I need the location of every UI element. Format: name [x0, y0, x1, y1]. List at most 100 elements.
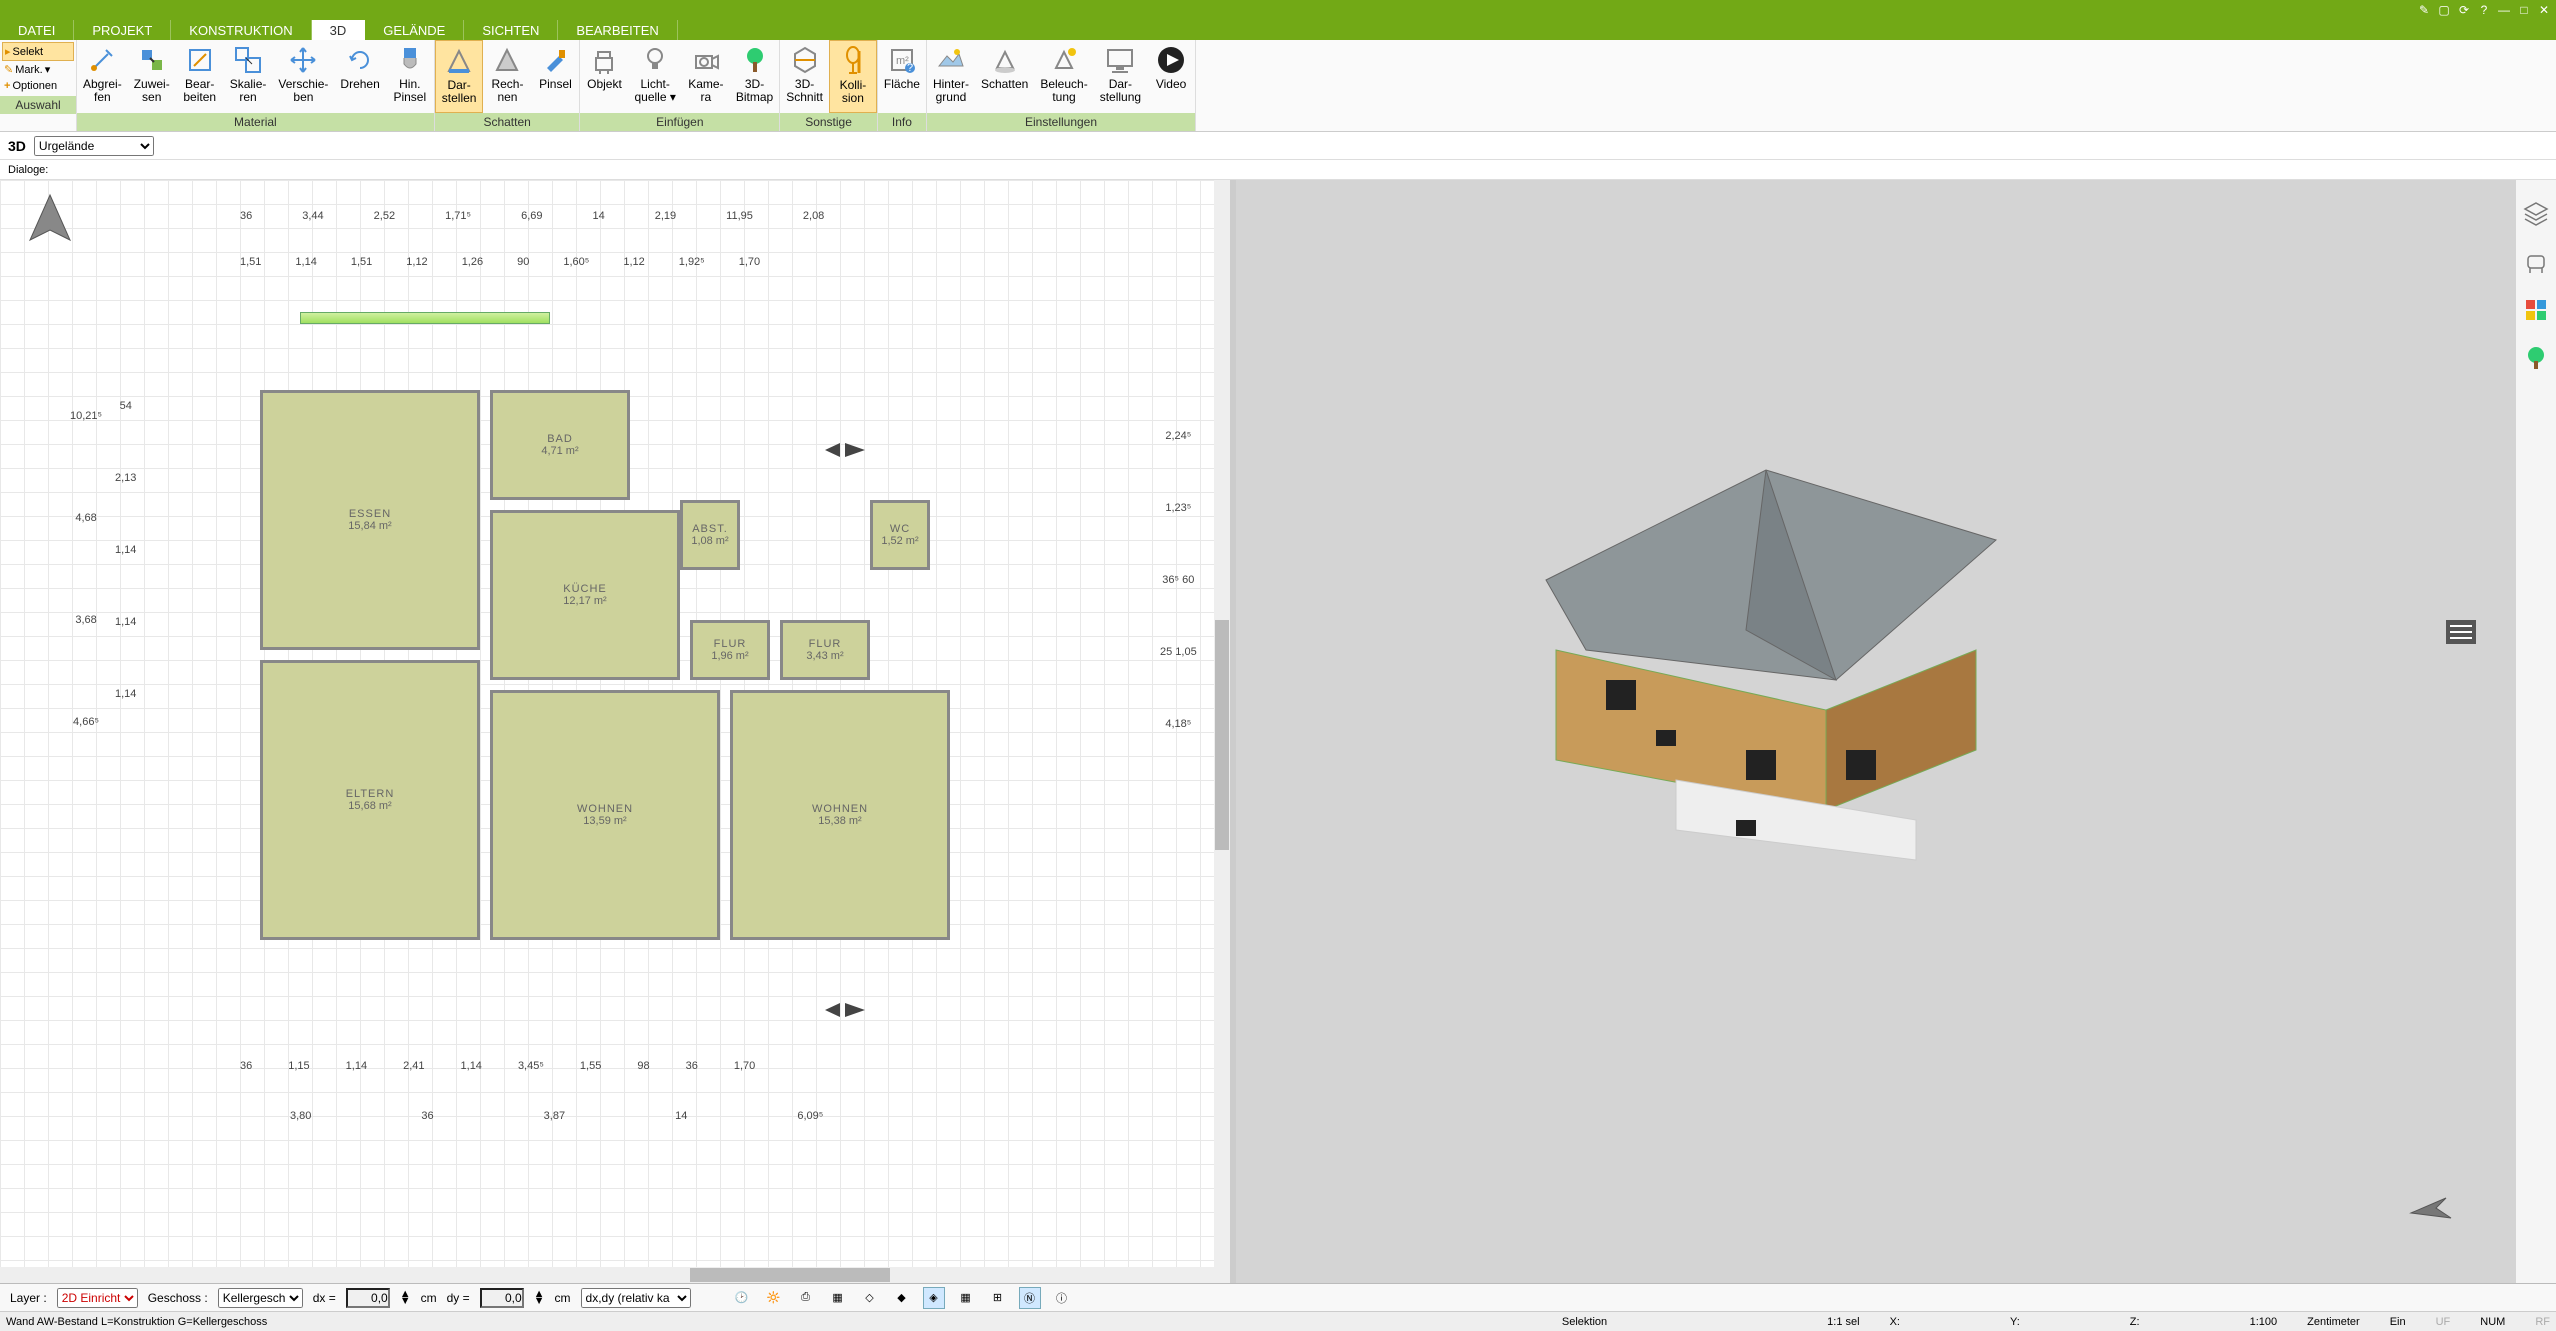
tab-datei[interactable]: DATEI — [0, 20, 74, 40]
dx-label: dx = — [313, 1291, 336, 1305]
pinsel-icon — [539, 44, 571, 76]
maximize-icon[interactable]: □ — [2516, 2, 2532, 18]
layers-icon[interactable] — [2522, 200, 2550, 228]
north-icon[interactable]: Ⓝ — [1019, 1287, 1041, 1309]
tab-konstruktion[interactable]: KONSTRUKTION — [171, 20, 311, 40]
status-bar: Wand AW-Bestand L=Konstruktion G=Kellerg… — [0, 1311, 2556, 1331]
3dschnitt-button[interactable]: 3D- Schnitt — [780, 40, 829, 113]
kamera-icon — [690, 44, 722, 76]
side-tab-handle[interactable] — [2446, 620, 2476, 644]
kamera-button[interactable]: Kame- ra — [682, 40, 730, 113]
dimension: 2,24⁵ — [1165, 430, 1191, 442]
dimension: 36 — [421, 1110, 433, 1122]
grid-icon[interactable]: ▦ — [955, 1287, 977, 1309]
objekt-button[interactable]: Objekt — [580, 40, 628, 113]
dimension: 2,41 — [403, 1060, 424, 1072]
section-marker-icon — [820, 1000, 870, 1020]
zuweisen-icon — [136, 44, 168, 76]
tab-3d[interactable]: 3D — [312, 20, 366, 40]
verschieben-button[interactable]: Verschie- ben — [272, 40, 334, 113]
video-icon — [1155, 44, 1187, 76]
dy-input[interactable] — [480, 1288, 524, 1308]
scrollbar-horizontal[interactable] — [0, 1267, 1230, 1283]
hinpinsel-icon — [394, 44, 426, 76]
dimension: 3,80 — [290, 1110, 311, 1122]
drehen-button[interactable]: Drehen — [334, 40, 385, 113]
room-küche: KÜCHE12,17 m² — [490, 510, 680, 680]
dx-stepper[interactable]: ▲▼ — [400, 1291, 411, 1305]
3dbitmap-button[interactable]: 3D- Bitmap — [730, 40, 779, 113]
beleuchtung-button[interactable]: Beleuch- tung — [1034, 40, 1093, 113]
furniture-icon[interactable] — [2522, 248, 2550, 276]
layer-dropdown[interactable]: 2D Einricht — [57, 1288, 138, 1308]
darstellung-button[interactable]: Dar- stellung — [1094, 40, 1147, 113]
mode-label: 3D — [8, 138, 26, 154]
dimension: 1,92⁵ — [679, 256, 705, 268]
dimension: 98 — [637, 1060, 649, 1072]
view-2d[interactable]: 363,442,521,71⁵6,69142,1911,952,08 1,511… — [0, 180, 1230, 1283]
optionen-button[interactable]: +Optionen — [2, 78, 74, 94]
group-auswahl: ▸Selekt ✎Mark.▾ +Optionen Auswahl — [0, 40, 77, 131]
print-icon[interactable]: ⎙ — [795, 1287, 817, 1309]
urgelaende-dropdown[interactable]: Urgelände — [34, 136, 154, 156]
box-icon[interactable]: ▢ — [2436, 2, 2452, 18]
hintergrund-button[interactable]: Hinter- grund — [927, 40, 975, 113]
close-icon[interactable]: ✕ — [2536, 2, 2552, 18]
tab-projekt[interactable]: PROJEKT — [74, 20, 171, 40]
dimension: 36⁵ 60 — [1162, 574, 1194, 586]
darstellen-button[interactable]: Dar- stellen — [435, 40, 484, 113]
refresh-icon[interactable]: ⟳ — [2456, 2, 2472, 18]
dialog-bar: Dialoge: — [0, 160, 2556, 180]
hintergrund-icon — [935, 44, 967, 76]
pinsel-button[interactable]: Pinsel — [531, 40, 579, 113]
scrollbar-vertical[interactable] — [1214, 180, 1230, 1267]
flaeche-button[interactable]: m²?Fläche — [878, 40, 926, 113]
geschoss-label: Geschoss : — [148, 1291, 208, 1305]
skalieren-button[interactable]: Skalie- ren — [224, 40, 273, 113]
wand-icon[interactable]: ✎ — [2416, 2, 2432, 18]
tab-gelände[interactable]: GELÄNDE — [365, 20, 464, 40]
schatten-icon — [989, 44, 1021, 76]
dimension: 1,14 — [461, 1060, 482, 1072]
minimize-icon[interactable]: — — [2496, 2, 2512, 18]
kollision-button[interactable]: Kolli- sion — [829, 40, 877, 113]
materials-icon[interactable] — [2522, 296, 2550, 324]
view-3d[interactable] — [1236, 180, 2516, 1283]
info-icon[interactable]: ⓘ — [1051, 1287, 1073, 1309]
darstellung-icon — [1104, 44, 1136, 76]
zuweisen-button[interactable]: Zuwei- sen — [128, 40, 176, 113]
layer-label: Layer : — [10, 1291, 47, 1305]
mark-button[interactable]: ✎Mark.▾ — [2, 61, 74, 78]
group-einstellungen: Hinter- grundSchattenBeleuch- tungDar- s… — [927, 40, 1196, 131]
dimension: 1,70 — [734, 1060, 755, 1072]
dy-stepper[interactable]: ▲▼ — [534, 1291, 545, 1305]
help-icon[interactable]: ? — [2476, 2, 2492, 18]
video-button[interactable]: Video — [1147, 40, 1195, 113]
tab-bearbeiten[interactable]: BEARBEITEN — [558, 20, 677, 40]
lichtquelle-button[interactable]: Licht- quelle ▾ — [628, 40, 681, 113]
selekt-button[interactable]: ▸Selekt — [2, 42, 74, 61]
color-icon[interactable]: ▦ — [827, 1287, 849, 1309]
bearbeiten-button[interactable]: Bear- beiten — [176, 40, 224, 113]
snap2-icon[interactable]: ◆ — [891, 1287, 913, 1309]
dimension: 1,60⁵ — [563, 256, 589, 268]
snap3-icon[interactable]: ◈ — [923, 1287, 945, 1309]
sun-icon[interactable]: 🔆 — [763, 1287, 785, 1309]
dimension: 2,13 — [115, 472, 136, 484]
coord-mode-dropdown[interactable]: dx,dy (relativ ka — [581, 1288, 691, 1308]
dy-label: dy = — [447, 1291, 470, 1305]
dimension: 36 — [240, 210, 252, 222]
grid2-icon[interactable]: ⊞ — [987, 1287, 1009, 1309]
tab-sichten[interactable]: SICHTEN — [464, 20, 558, 40]
dx-input[interactable] — [346, 1288, 390, 1308]
group-label-auswahl: Auswahl — [0, 96, 76, 114]
snap1-icon[interactable]: ◇ — [859, 1287, 881, 1309]
dimension: 4,18⁵ — [1165, 718, 1191, 730]
hinpinsel-button[interactable]: Hin. Pinsel — [386, 40, 434, 113]
tree-icon[interactable] — [2522, 344, 2550, 372]
rechnen-button[interactable]: Rech- nen — [483, 40, 531, 113]
geschoss-dropdown[interactable]: Kellergesch — [218, 1288, 303, 1308]
abgreifen-button[interactable]: Abgrei- fen — [77, 40, 128, 113]
schatten-button[interactable]: Schatten — [975, 40, 1034, 113]
clock-icon[interactable]: 🕑 — [731, 1287, 753, 1309]
